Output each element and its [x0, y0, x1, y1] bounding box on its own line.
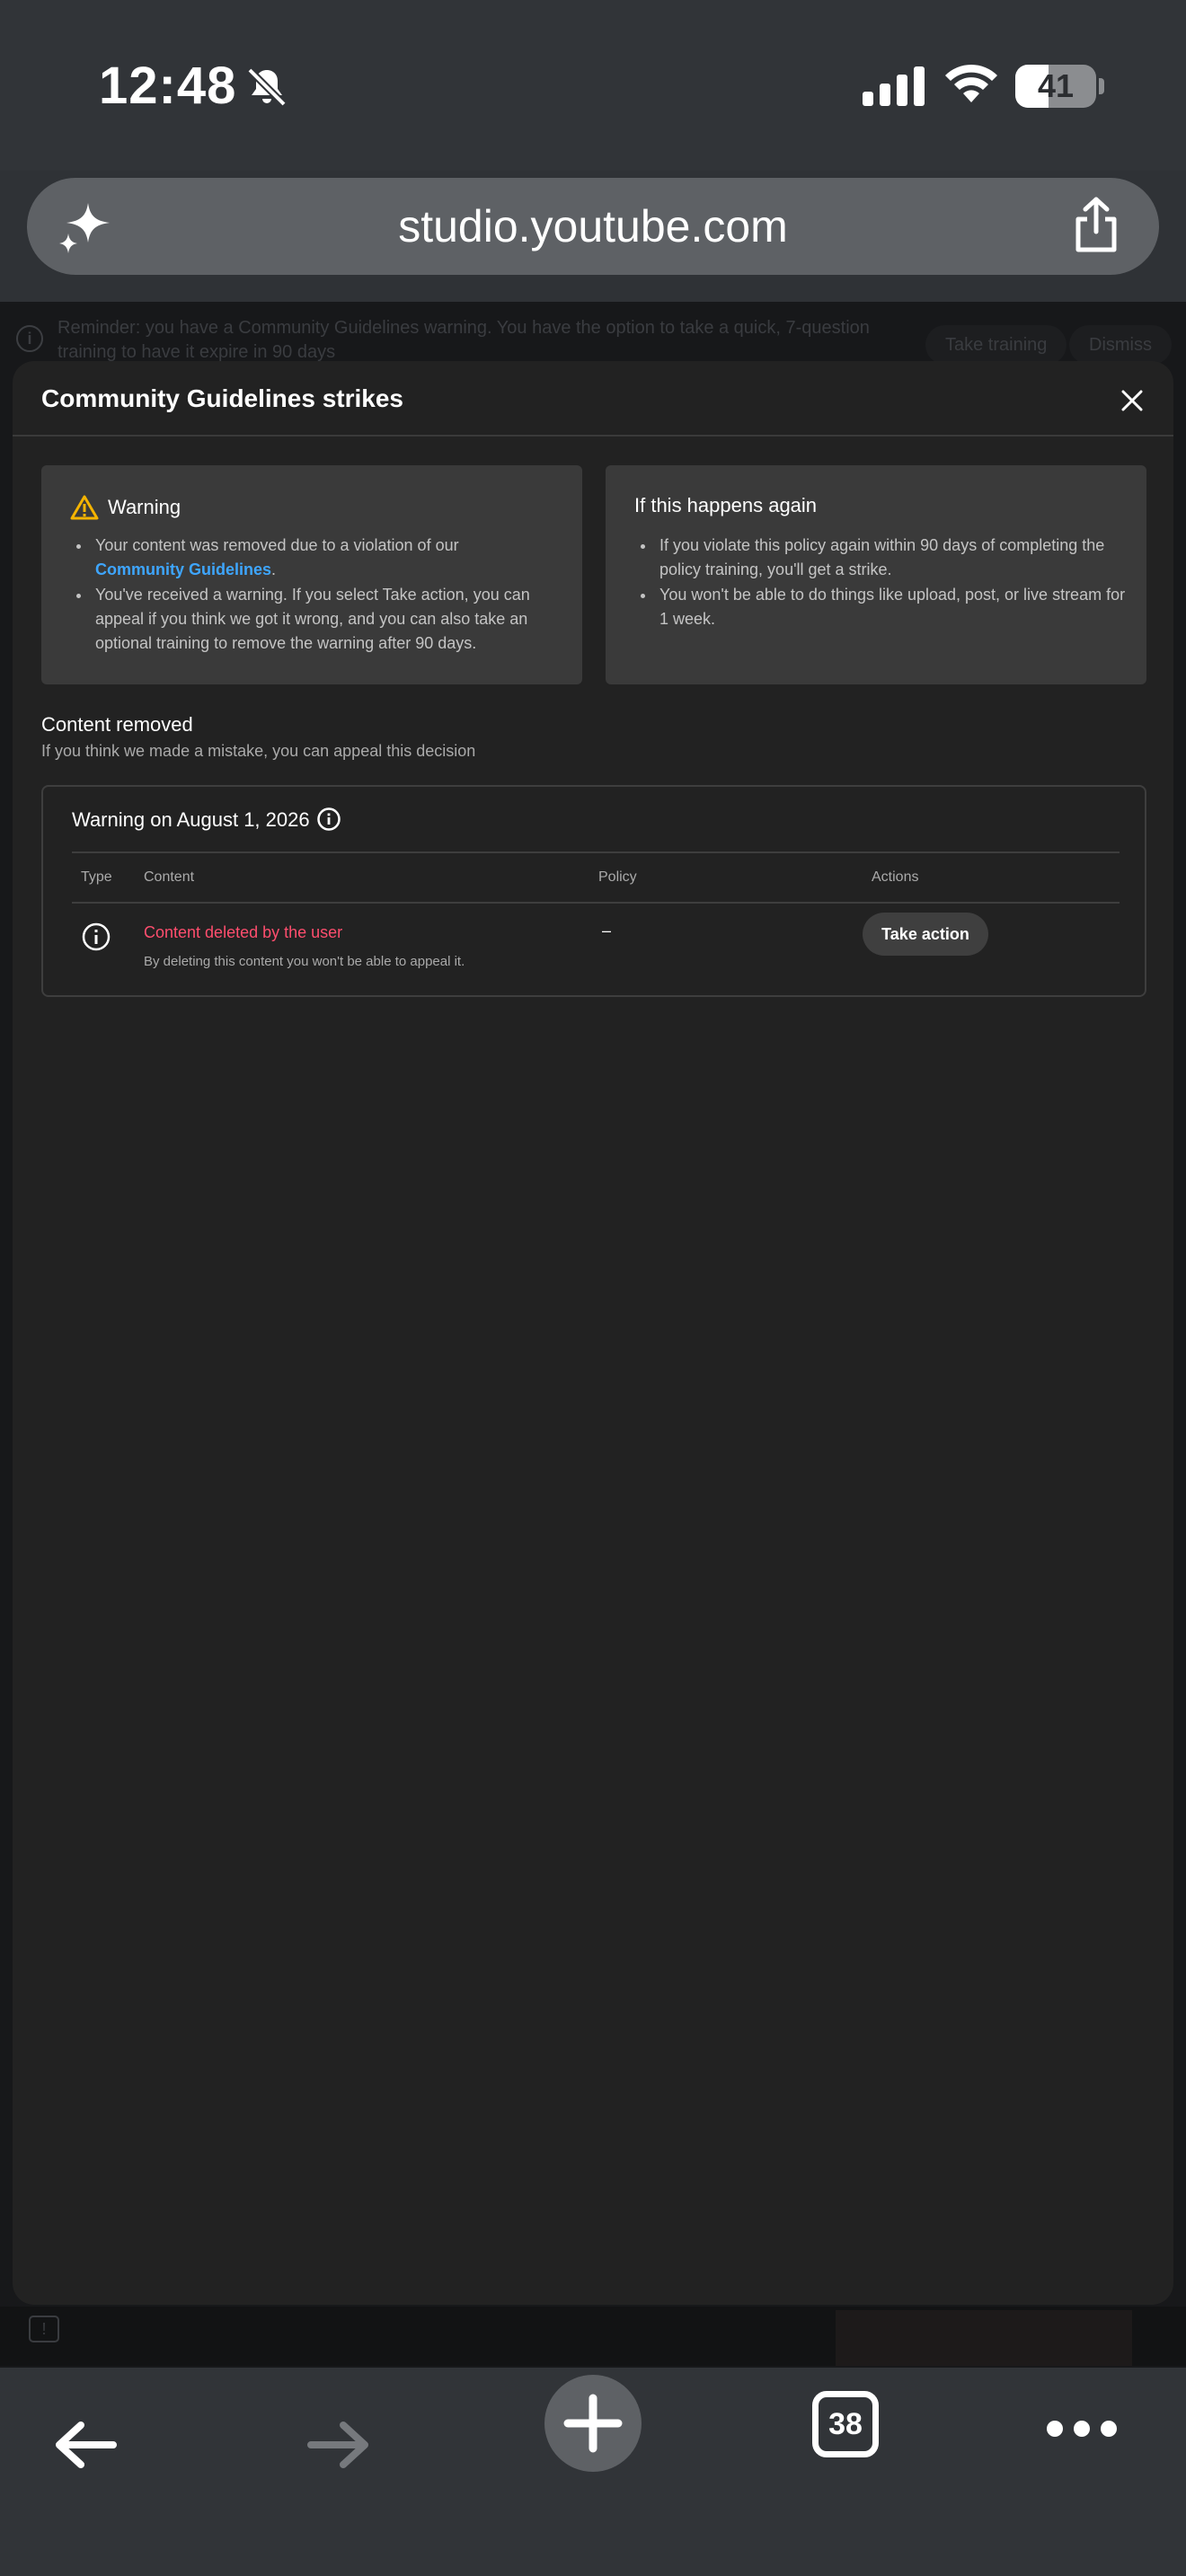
warning-card-title: Warning: [108, 496, 181, 518]
divider: [13, 435, 1173, 437]
close-icon[interactable]: [1116, 384, 1148, 417]
dismiss-button: Dismiss: [1069, 325, 1172, 365]
list-item: If you violate this policy again within …: [656, 534, 1128, 582]
info-icon: [82, 922, 111, 951]
column-header-content: Content: [144, 869, 195, 885]
banner-text: Reminder: you have a Community Guideline…: [58, 318, 870, 362]
section-subtitle: If you think we made a mistake, you can …: [41, 742, 476, 760]
feedback-icon: !: [29, 2316, 59, 2342]
status-bar: 12:48 41: [0, 0, 1186, 171]
plus-icon: [563, 2394, 623, 2453]
column-header-policy: Policy: [598, 869, 637, 885]
list-item-period: .: [271, 560, 277, 578]
battery-percent: 41: [1037, 67, 1075, 104]
dialog-title: Community Guidelines strikes: [41, 384, 403, 412]
repeat-violation-card: If this happens again If you violate thi…: [606, 465, 1146, 684]
url-text[interactable]: studio.youtube.com: [27, 178, 1159, 275]
list-item: You won't be able to do things like uplo…: [656, 583, 1128, 631]
community-guidelines-link[interactable]: Community Guidelines: [95, 560, 271, 578]
list-item-text: Your content was removed due to a violat…: [95, 536, 459, 554]
info-icon[interactable]: [316, 807, 341, 832]
strike-heading: Warning on August 1, 2026: [72, 808, 310, 831]
policy-value: –: [602, 922, 612, 940]
strikes-dialog: Community Guidelines strikes Warning You…: [13, 361, 1173, 2305]
browser-toolbar: 38: [0, 2368, 1186, 2576]
forward-arrow-icon[interactable]: [305, 2418, 372, 2472]
deleted-content-label: Content deleted by the user: [144, 923, 343, 941]
table-divider: [72, 902, 1120, 904]
bell-muted-icon: [247, 67, 287, 107]
repeat-card-list: If you violate this policy again within …: [634, 534, 1128, 632]
warning-card: Warning Your content was removed due to …: [41, 465, 582, 684]
status-time: 12:48: [99, 57, 237, 115]
warning-triangle-icon: [70, 495, 99, 520]
deleted-content-note: By deleting this content you won't be ab…: [144, 954, 465, 969]
section-title: Content removed: [41, 713, 193, 736]
take-training-button: Take training: [925, 325, 1067, 365]
strike-details: Warning on August 1, 2026 Type Content P…: [41, 785, 1146, 997]
back-arrow-icon[interactable]: [52, 2418, 119, 2472]
tabs-button[interactable]: 38: [812, 2391, 879, 2457]
share-icon[interactable]: [1069, 196, 1123, 255]
address-bar[interactable]: studio.youtube.com: [27, 178, 1159, 275]
list-item: You've received a warning. If you select…: [92, 583, 564, 656]
warning-card-list: Your content was removed due to a violat…: [70, 534, 564, 657]
column-header-actions: Actions: [872, 869, 919, 885]
take-action-button[interactable]: Take action: [863, 913, 988, 956]
table-divider: [72, 851, 1120, 853]
info-icon: i: [16, 325, 43, 352]
new-tab-button[interactable]: [544, 2375, 642, 2472]
repeat-card-title: If this happens again: [634, 494, 818, 516]
column-header-type: Type: [81, 869, 112, 885]
more-options-icon[interactable]: [1046, 2420, 1118, 2438]
list-item: Your content was removed due to a violat…: [92, 534, 564, 582]
cellular-signal-icon: [863, 66, 925, 106]
wifi-icon: [945, 64, 997, 102]
reminder-banner: i Reminder: you have a Community Guideli…: [0, 302, 1186, 365]
thumbnail: [836, 2310, 1132, 2366]
tab-count: 38: [828, 2407, 863, 2441]
battery-indicator: 41: [1015, 65, 1104, 108]
